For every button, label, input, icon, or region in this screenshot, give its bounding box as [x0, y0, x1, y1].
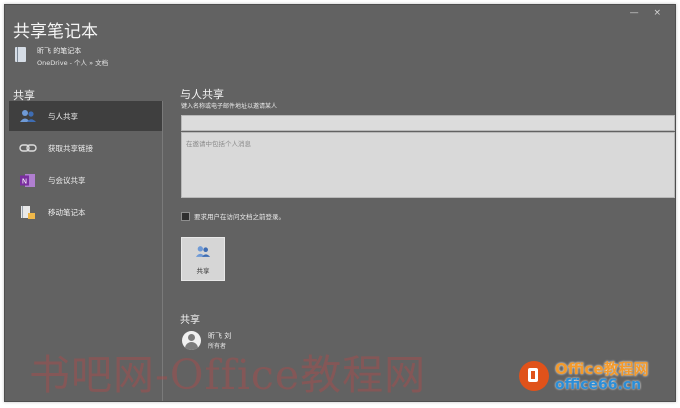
move-notebook-icon	[18, 204, 38, 220]
signin-checkbox[interactable]	[181, 211, 190, 221]
people-icon	[18, 108, 38, 124]
personal-message-field[interactable]: 在邀请中包括个人消息	[181, 132, 675, 198]
sidebar-item-get-link[interactable]: 获取共享链接	[9, 133, 163, 163]
notebook-name: 昕飞 的笔记本	[37, 47, 82, 55]
share-button-label: 共享	[196, 267, 210, 275]
watermark-text: 书吧网-Office教程网	[29, 351, 427, 399]
sidebar-item-move-notebook[interactable]: 移动笔记本	[9, 197, 163, 227]
people-icon	[195, 243, 211, 262]
share-notebook-window: — × 共享笔记本 昕飞 的笔记本 OneDrive - 个人 » 文档 共享 …	[4, 4, 676, 402]
page-title: 共享笔记本	[13, 22, 98, 42]
shared-with-heading: 共享	[180, 315, 200, 326]
signin-checkbox-row[interactable]: 要求用户在访问文档之前登录。	[181, 211, 285, 221]
window-controls[interactable]: — ×	[630, 8, 667, 18]
watermark-logo-text: Office教程网	[555, 360, 649, 378]
sidebar-menu: 与人共享 获取共享链接 N 与会议共享 移动笔记本	[9, 101, 163, 229]
share-button[interactable]: 共享	[181, 237, 225, 281]
sidebar-item-label: 移动笔记本	[48, 207, 86, 217]
watermark-site: office66.cn	[555, 377, 642, 393]
shared-user-name[interactable]: 昕飞 刘	[208, 331, 231, 341]
share-panel-title: 与人共享	[180, 88, 224, 101]
link-icon	[18, 140, 38, 156]
office-logo-icon	[519, 361, 549, 391]
sidebar-item-label: 与人共享	[48, 111, 78, 121]
sidebar-item-label: 获取共享链接	[48, 143, 93, 153]
notebook-path: OneDrive - 个人 » 文档	[37, 59, 109, 67]
sidebar-item-label: 与会议共享	[48, 175, 86, 185]
invite-names-input[interactable]	[181, 115, 675, 131]
svg-text:N: N	[22, 177, 27, 185]
sidebar-item-share-with-people[interactable]: 与人共享	[9, 101, 163, 131]
onenote-icon: N	[18, 172, 38, 188]
notebook-icon	[15, 47, 26, 62]
share-panel-subtitle: 键入名称或电子邮件地址以邀请某人	[181, 103, 278, 110]
sidebar-item-share-with-meeting[interactable]: N 与会议共享	[9, 165, 163, 195]
signin-checkbox-label: 要求用户在访问文档之前登录。	[194, 213, 285, 221]
